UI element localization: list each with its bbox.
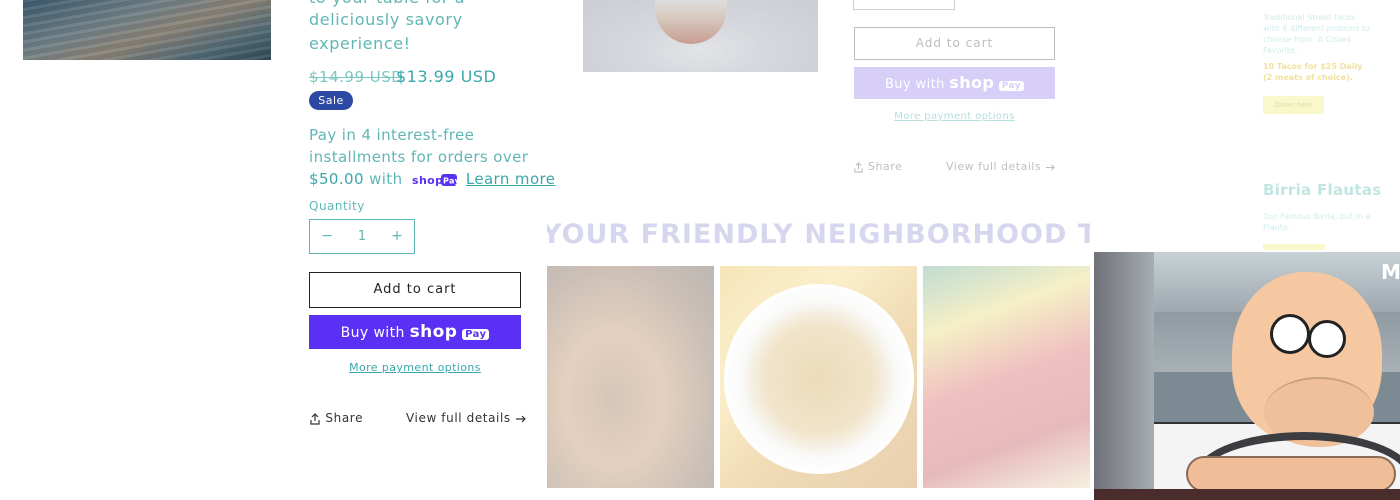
- marquee-headline: YOUR FRIENDLY NEIGHBORHOOD TACO STAND: [547, 219, 1090, 255]
- buy-with-shop-pay-button-faded[interactable]: Buy with shop Pay: [854, 67, 1055, 99]
- product-image-left[interactable]: [23, 0, 271, 60]
- video-badge: M: [1381, 260, 1400, 284]
- pay-brand-badge: Pay: [998, 81, 1025, 91]
- video-overlay[interactable]: M: [1094, 252, 1400, 500]
- quantity-stepper-faded[interactable]: [853, 0, 955, 10]
- bowl-shape: [724, 284, 914, 474]
- shop-pay-logo-icon: shop Pay: [412, 173, 457, 187]
- sale-price: $13.99 USD: [396, 67, 497, 86]
- view-full-details-label: View full details: [946, 160, 1042, 173]
- buy-with-label: Buy with: [884, 77, 945, 92]
- quantity-decrease-button[interactable]: −: [310, 220, 344, 253]
- video-bottom-bar: [1094, 489, 1400, 500]
- quantity-increase-button[interactable]: +: [380, 220, 414, 253]
- character-hands: [1186, 456, 1396, 492]
- share-label: Share: [325, 411, 364, 425]
- product-image-center[interactable]: [583, 0, 818, 72]
- share-icon: [310, 412, 320, 425]
- installments-line-1: Pay in 4 interest-free: [309, 126, 475, 144]
- add-to-cart-button[interactable]: Add to cart: [309, 272, 521, 308]
- marquee-text: YOUR FRIENDLY NEIGHBORHOOD TACO STAND: [547, 219, 1090, 250]
- installments-line-2: installments for orders over: [309, 148, 529, 166]
- glasses-right-lens: [1308, 320, 1346, 358]
- view-full-details-link[interactable]: View full details: [406, 411, 527, 425]
- quantity-label: Quantity: [309, 199, 365, 213]
- quantity-stepper[interactable]: − 1 +: [309, 219, 415, 254]
- gallery-image-elote[interactable]: [720, 266, 917, 488]
- installments-amount: $50.00: [309, 170, 364, 188]
- car-door: [1094, 252, 1154, 500]
- add-to-cart-button-faded[interactable]: Add to cart: [854, 27, 1055, 60]
- shop-brand-label: shop: [949, 73, 995, 92]
- menu-item-blurb: Traditional Street tacos with 6 differen…: [1263, 13, 1370, 55]
- gallery-image-grill[interactable]: [547, 266, 714, 488]
- arrow-right-icon: [516, 415, 527, 422]
- learn-more-link[interactable]: Learn more: [466, 170, 556, 188]
- buy-with-shop-pay-button[interactable]: Buy with shop Pay: [309, 315, 521, 349]
- product-description-line: deliciously savory: [309, 10, 463, 29]
- installments-line-3: $50.00 with shop Pay Learn more: [309, 168, 555, 190]
- more-payment-options-link[interactable]: More payment options: [309, 361, 521, 374]
- view-full-details-label: View full details: [406, 411, 511, 425]
- arrow-right-icon: [1046, 163, 1056, 171]
- pay-brand-badge: Pay: [462, 329, 490, 340]
- installments-with: with: [369, 170, 403, 188]
- product-jar-image: [655, 0, 727, 44]
- order-here-button[interactable]: Order here: [1263, 96, 1324, 114]
- gallery-image-tacos[interactable]: [923, 266, 1090, 488]
- view-full-details-link-faded[interactable]: View full details: [946, 160, 1056, 173]
- svg-text:shop: shop: [412, 174, 443, 187]
- share-icon: [854, 161, 863, 173]
- menu-item-deal: 10 Tacos for $25 Daily (2 meats of choic…: [1263, 62, 1363, 82]
- glasses-left-lens: [1270, 314, 1310, 354]
- quantity-input[interactable]: 1: [344, 220, 380, 253]
- product-description-line: experience!: [309, 34, 411, 53]
- svg-text:Pay: Pay: [443, 176, 457, 185]
- regular-price: $14.99 USD: [309, 68, 404, 86]
- shop-brand-label: shop: [409, 322, 458, 342]
- share-button[interactable]: Share: [309, 411, 363, 425]
- buy-with-label: Buy with: [340, 325, 405, 341]
- menu-side-panel: Traditional Street tacos with 6 differen…: [1255, 0, 1395, 250]
- share-label: Share: [868, 160, 903, 173]
- more-payment-options-link-faded[interactable]: More payment options: [854, 111, 1055, 122]
- share-button-faded[interactable]: Share: [853, 160, 902, 173]
- menu-item-title-blurb: Our Famous Birria, but in a Flauta.: [1263, 212, 1371, 232]
- sale-badge: Sale: [309, 91, 353, 110]
- order-button-partial[interactable]: [1263, 244, 1325, 250]
- menu-item-title: Birria Flautas: [1263, 181, 1382, 199]
